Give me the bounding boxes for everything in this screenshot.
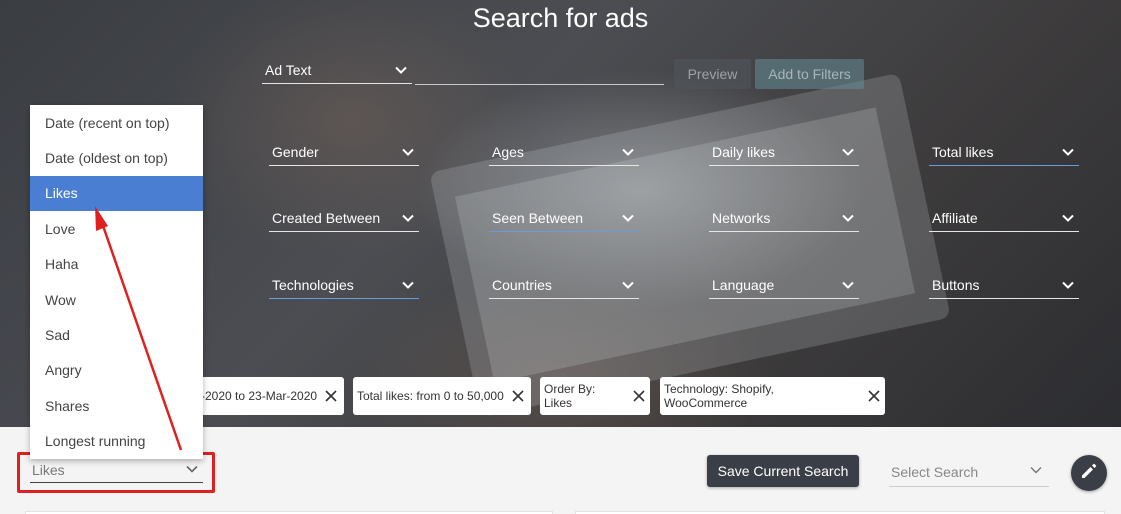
filter-label: Networks [712, 209, 771, 226]
chevron-down-icon [1061, 278, 1075, 292]
close-icon[interactable] [325, 390, 337, 402]
filter-technologies-select[interactable]: Technologies [269, 271, 419, 299]
filter-chip-technology: Technology: Shopify, WooCommerce [660, 377, 885, 415]
filter-label: Total likes [932, 143, 994, 160]
filter-seen-between-select[interactable]: Seen Between [489, 204, 639, 232]
filter-label: Daily likes [712, 143, 776, 160]
sort-option[interactable]: Love [30, 211, 203, 246]
filter-chip-total-likes: Total likes: from 0 to 50,000 [353, 377, 531, 415]
save-current-search-button[interactable]: Save Current Search [707, 455, 859, 487]
ad-text-input[interactable] [415, 60, 664, 85]
filter-chip-date-range: -2020 to 23-Mar-2020 [197, 377, 344, 415]
filter-networks-select[interactable]: Networks [709, 204, 859, 232]
chevron-down-icon [394, 63, 408, 77]
chevron-down-icon [401, 145, 415, 159]
filter-gender-select[interactable]: Gender [269, 138, 419, 166]
add-to-filters-button[interactable]: Add to Filters [755, 59, 864, 89]
sort-option[interactable]: Longest running [30, 424, 203, 459]
sort-option[interactable]: Shares [30, 388, 203, 423]
chevron-down-icon [621, 145, 635, 159]
sort-option[interactable]: Haha [30, 247, 203, 282]
filter-label: Ages [492, 143, 524, 160]
select-search-dropdown[interactable]: Select Search [889, 457, 1049, 487]
filter-buttons-select[interactable]: Buttons [929, 271, 1079, 299]
filter-total-likes-select[interactable]: Total likes [929, 138, 1079, 166]
filter-created-between-select[interactable]: Created Between [269, 204, 419, 232]
filter-label: Technologies [272, 276, 354, 293]
chevron-down-icon [621, 211, 635, 225]
filter-countries-select[interactable]: Countries [489, 271, 639, 299]
sort-option[interactable]: Date (oldest on top) [30, 140, 203, 175]
ad-text-label: Ad Text [265, 61, 312, 78]
filter-affiliate-select[interactable]: Affiliate [929, 204, 1079, 232]
chevron-down-icon [1029, 463, 1043, 480]
filter-label: Language [712, 276, 775, 293]
select-search-placeholder: Select Search [891, 463, 979, 480]
chevron-down-icon [841, 278, 855, 292]
sort-option[interactable]: Wow [30, 282, 203, 317]
preview-button[interactable]: Preview [674, 59, 751, 89]
pencil-icon [1080, 462, 1098, 485]
chevron-down-icon [841, 211, 855, 225]
close-icon[interactable] [633, 390, 645, 402]
chevron-down-icon [1061, 211, 1075, 225]
chevron-down-icon [621, 278, 635, 292]
filter-chip-order-by: Order By: Likes [540, 377, 650, 415]
sort-option[interactable]: Angry [30, 353, 203, 388]
chevron-down-icon [401, 278, 415, 292]
chevron-down-icon [1061, 145, 1075, 159]
ad-text-select[interactable]: Ad Text [262, 56, 412, 84]
sort-option[interactable]: Sad [30, 317, 203, 352]
chevron-down-icon [401, 211, 415, 225]
filter-language-select[interactable]: Language [709, 271, 859, 299]
close-icon[interactable] [512, 390, 524, 402]
filter-label: Gender [272, 143, 319, 160]
sort-options-menu: Date (recent on top) Date (oldest on top)… [30, 105, 203, 459]
filter-label: Seen Between [492, 209, 584, 226]
filter-label: Affiliate [932, 209, 978, 226]
page-title: Search for ads [472, 3, 649, 33]
filter-label: Buttons [932, 276, 980, 293]
chevron-down-icon [841, 145, 855, 159]
filter-label: Countries [492, 276, 552, 293]
close-icon[interactable] [868, 390, 880, 402]
filter-daily-likes-select[interactable]: Daily likes [709, 138, 859, 166]
filter-label: Created Between [272, 209, 381, 226]
sort-option[interactable]: Likes [30, 175, 203, 212]
sort-option[interactable]: Date (recent on top) [30, 105, 203, 140]
filter-ages-select[interactable]: Ages [489, 138, 639, 166]
edit-button[interactable] [1071, 455, 1107, 491]
